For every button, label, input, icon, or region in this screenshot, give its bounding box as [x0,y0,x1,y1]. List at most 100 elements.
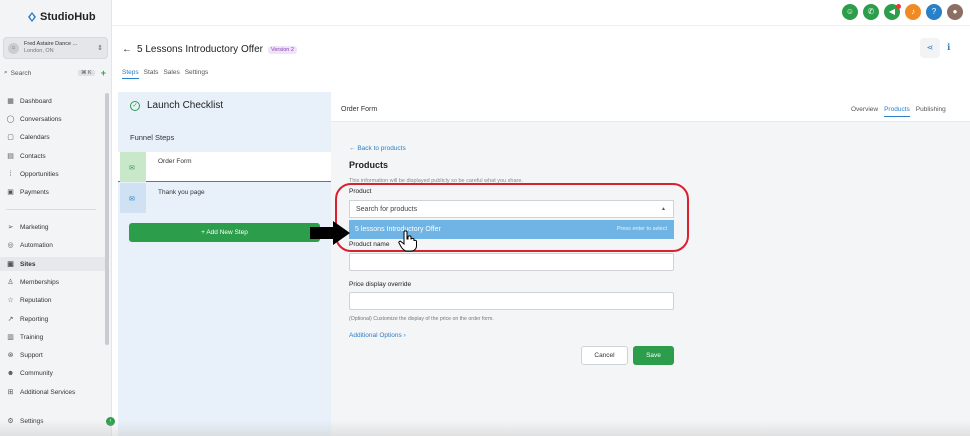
sidebar-item-label: Training [20,333,44,341]
sidebar-item-training[interactable]: ▥ Training [6,330,104,344]
share-button[interactable]: ⋖ [920,38,940,58]
order-form-title: Order Form [341,106,378,113]
help-icon[interactable]: ? [926,4,942,20]
envelope-icon: ✉ [129,196,135,203]
price-override-hint: (Optional) Customize the display of the … [349,316,494,322]
sidebar-item-label: Conversations [20,115,62,123]
account-location: London, ON [24,48,54,54]
products-heading: Products [349,160,389,170]
sidebar-item-label: Calendars [20,133,50,141]
funnel-steps-heading: Funnel Steps [130,133,175,142]
launch-checklist-title: Launch Checklist [147,100,224,111]
sidebar-scrollbar[interactable] [105,93,109,345]
sidebar-item-label: Memberships [20,278,60,286]
back-arrow-icon[interactable]: ← [122,44,132,55]
add-step-label: Add New Step [206,229,248,236]
sidebar-item-label: Support [20,351,43,359]
launch-checklist[interactable]: ✓ Launch Checklist [130,100,223,111]
sidebar-divider [6,209,96,210]
sidebar-item-payments[interactable]: ▣ Payments [6,185,104,199]
sidebar-item-support[interactable]: ⊗ Support [6,348,104,362]
send-icon: ➢ [7,224,14,231]
sidebar-item-dashboard[interactable]: ▦ Dashboard [6,94,104,108]
quick-add-icon[interactable]: + [101,68,106,78]
highlight-oval [335,183,689,252]
tab-overview[interactable]: Overview [851,106,878,117]
sidebar-item-label: Opportunities [20,170,59,178]
price-override-field[interactable] [349,292,674,310]
info-icon[interactable]: ℹ [947,42,950,53]
sidebar-item-marketing[interactable]: ➢ Marketing [6,220,104,234]
notification-dot [896,4,901,9]
sidebar-item-conversations[interactable]: ◯ Conversations [6,112,104,126]
sidebar-item-label: Additional Services [20,388,76,396]
tab-publishing[interactable]: Publishing [916,106,946,117]
funnel-step-order-form[interactable]: ✉ Order Form [118,152,331,182]
tab-steps[interactable]: Steps [122,69,139,79]
tab-products[interactable]: Products [884,106,910,117]
sidebar-item-memberships[interactable]: ♙ Memberships [6,275,104,289]
step-label: Thank you page [158,189,205,196]
back-to-products-link[interactable]: ← Back to products [349,145,406,152]
cancel-button[interactable]: Cancel [581,346,628,365]
product-name-field[interactable] [349,253,674,271]
hand-cursor-icon [398,230,417,252]
page-header: ← 5 Lessons Introductory Offer Version 2 [122,44,297,55]
sidebar-item-contacts[interactable]: ▤ Contacts [6,149,104,163]
account-name: Fred Astaire Dance ... [24,41,78,47]
assistant-icon[interactable]: ☺ [842,4,858,20]
sidebar-item-calendars[interactable]: ▢ Calendars [6,130,104,144]
bell-icon[interactable]: ♪ [905,4,921,20]
sidebar-item-label: Automation [20,241,53,249]
account-switcher[interactable]: ⌂ Fred Astaire Dance ... London, ON ⇕ [3,37,108,59]
additional-options-link[interactable]: Additional Options › [349,332,406,339]
memberships-icon: ♙ [7,279,14,286]
star-icon: ☆ [7,297,14,304]
add-new-step-button[interactable]: + Add New Step [129,223,320,242]
sites-icon: ▣ [7,261,14,268]
payments-icon: ▣ [7,189,14,196]
pointer-arrow-icon [310,221,350,245]
sidebar-item-label: Reporting [20,315,49,323]
trend-icon: ↗ [7,316,14,323]
phone-icon[interactable]: ✆ [863,4,879,20]
cart-icon: ⊞ [7,389,14,396]
account-text: Fred Astaire Dance ... London, ON [24,41,97,55]
sidebar-item-automation[interactable]: ◎ Automation [6,238,104,252]
funnel-step-thank-you[interactable]: ✉ Thank you page [118,183,331,213]
save-button[interactable]: Save [633,346,674,365]
sidebar-item-label: Payments [20,188,49,196]
support-icon: ⊗ [7,352,14,359]
search-icon: ⌕ [4,69,8,76]
sidebar-item-reporting[interactable]: ↗ Reporting [6,312,104,326]
product-form-area [331,122,970,436]
dashboard-icon: ▦ [7,98,14,105]
sidebar-search[interactable]: ⌕ Search ⌘ K + [4,67,106,79]
page-tabs: Steps Stats Sales Settings [122,69,208,79]
search-label: Search [10,69,32,77]
chevron-updown-icon: ⇕ [97,45,103,52]
sidebar-item-label: Sites [20,260,36,268]
funnel-panel [118,92,331,436]
tab-sales[interactable]: Sales [163,69,179,79]
automation-icon: ◎ [7,242,14,249]
page-title: 5 Lessons Introductory Offer [137,44,263,55]
sidebar-item-reputation[interactable]: ☆ Reputation [6,293,104,307]
check-circle-icon: ✓ [130,100,140,111]
opportunities-icon: ⁞ [9,170,12,178]
sidebar-item-label: Contacts [20,152,46,160]
contacts-icon: ▤ [7,153,14,160]
sidebar-item-label: Reputation [20,296,52,304]
envelope-icon: ✉ [129,165,135,172]
bottom-fade [0,420,970,436]
avatar[interactable]: ● [947,4,963,20]
tab-settings[interactable]: Settings [185,69,209,79]
tab-stats[interactable]: Stats [144,69,159,79]
community-icon: ☻ [6,369,15,377]
sidebar-item-additional-services[interactable]: ⊞ Additional Services [6,385,104,399]
sidebar-item-community[interactable]: ☻ Community [6,366,104,380]
sidebar-item-opportunities[interactable]: ⁞ Opportunities [6,167,104,181]
sidebar-item-sites[interactable]: ▣ Sites [0,257,106,271]
chevron-right-icon: › [401,332,406,339]
logo-icon [28,12,36,22]
